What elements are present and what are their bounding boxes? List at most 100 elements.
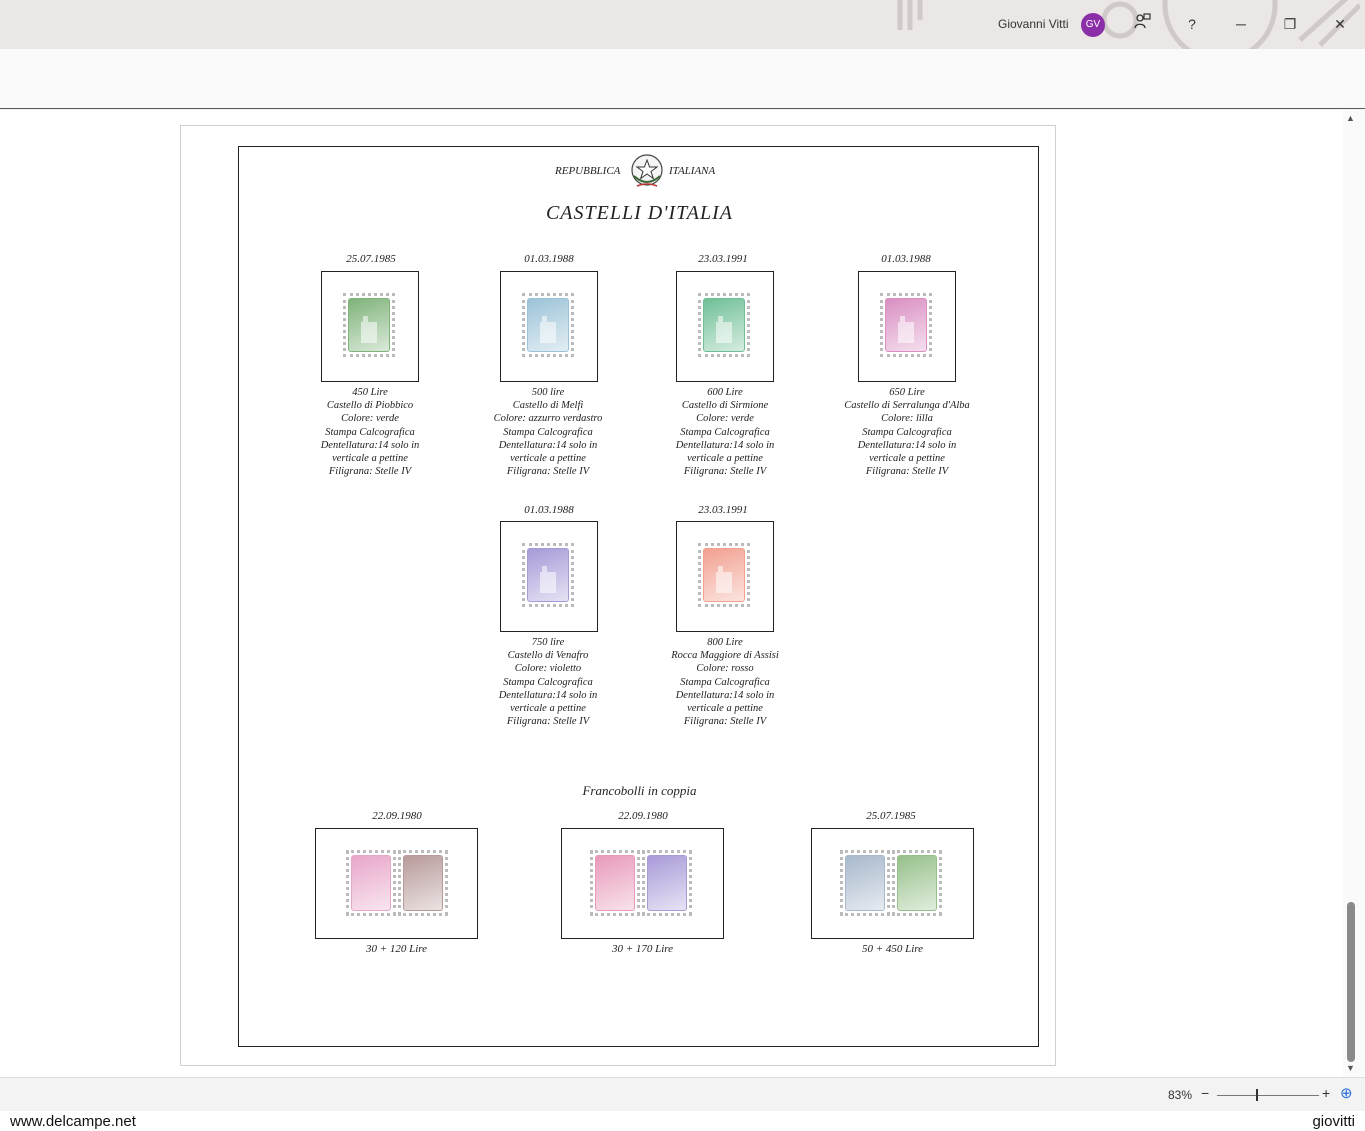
- stamp-name: Castello di Melfi: [512, 400, 584, 412]
- stamp-image: [698, 293, 750, 357]
- stamp-watermark: Filigrana: Stelle IV: [328, 466, 412, 478]
- stamp-print: Stampa Calcografica: [503, 676, 593, 688]
- stamp-name: Rocca Maggiore di Assisi: [671, 650, 779, 662]
- pair-date: 22.09.1980: [372, 810, 422, 822]
- stamp-perforation: Dentellatura:14 solo in: [320, 439, 420, 451]
- castle-icon: [716, 316, 732, 344]
- stamp-color: Colore: rosso: [696, 663, 754, 675]
- stamp-perforation: Dentellatura:14 solo in: [857, 439, 957, 451]
- stamp-fill: [403, 855, 443, 911]
- stamp-mount: [858, 271, 956, 382]
- stamp-fill: [527, 548, 569, 602]
- castle-icon: [361, 316, 377, 344]
- help-button[interactable]: ?: [1180, 12, 1204, 36]
- stamp-watermark: Filigrana: Stelle IV: [865, 466, 949, 478]
- stamp-fill: [351, 855, 391, 911]
- stamp-date: 25.07.1985: [346, 253, 396, 265]
- stamp-watermark: Filigrana: Stelle IV: [683, 716, 767, 728]
- pair-caption: 50 + 450 Lire: [861, 943, 924, 955]
- stamp-name: Castello di Serralunga d'Alba: [844, 400, 970, 412]
- scroll-down-icon[interactable]: ▼: [1346, 1063, 1355, 1073]
- document-workspace[interactable]: REPUBBLICA ITALIANA CASTELLI D'ITALIA 25…: [0, 110, 1343, 1077]
- zoom-slider-handle[interactable]: [1256, 1089, 1258, 1101]
- stamp-image: [698, 543, 750, 607]
- scrollbar-thumb[interactable]: [1347, 902, 1355, 1062]
- stamp-image: [880, 293, 932, 357]
- stamp-fill: [703, 548, 745, 602]
- stamp-mount: [500, 521, 598, 632]
- document-page[interactable]: REPUBBLICA ITALIANA CASTELLI D'ITALIA 25…: [180, 125, 1056, 1066]
- stamp-fill: [897, 855, 937, 911]
- stamp-watermark: Filigrana: Stelle IV: [683, 466, 767, 478]
- stamp-color: Colore: verde: [341, 413, 399, 425]
- stamp-print: Stampa Calcografica: [503, 426, 593, 438]
- pairs-heading: Francobolli in coppia: [582, 783, 697, 798]
- fit-page-icon[interactable]: ⊕: [1340, 1084, 1353, 1102]
- ribbon: [0, 49, 1365, 109]
- italian-emblem-icon: [631, 154, 663, 187]
- zoom-level[interactable]: 83%: [1168, 1088, 1192, 1102]
- page-title: CASTELLI D'ITALIA: [545, 202, 734, 224]
- scroll-up-icon[interactable]: ▲: [1346, 113, 1355, 123]
- zoom-out-button[interactable]: −: [1201, 1085, 1209, 1101]
- watermark-left: www.delcampe.net: [10, 1113, 136, 1130]
- stamp-fill: [527, 298, 569, 352]
- pair-mount: [811, 828, 974, 939]
- avatar[interactable]: GV: [1081, 13, 1105, 37]
- stamp-value: 450 Lire: [352, 387, 388, 398]
- stamp-fill: [703, 298, 745, 352]
- pair-date: 25.07.1985: [866, 810, 916, 822]
- castle-icon: [540, 316, 556, 344]
- pair-stamp-right: [892, 850, 942, 916]
- stamp-fill: [647, 855, 687, 911]
- stamp-mount: [321, 271, 419, 382]
- stamp-caption: 450 Lire Castello di Piobbico Colore: ve…: [280, 386, 460, 478]
- close-button[interactable]: ✕: [1328, 12, 1352, 36]
- stamp-mount: [676, 271, 774, 382]
- pair-mount: [315, 828, 478, 939]
- stamp-fill: [885, 298, 927, 352]
- zoom-slider[interactable]: [1217, 1095, 1319, 1096]
- stamp-date: 01.03.1988: [881, 253, 931, 265]
- stamp-name: Castello di Piobbico: [326, 400, 414, 412]
- stamp-value: 500 lire: [531, 387, 565, 398]
- pair-stamp-left: [590, 850, 640, 916]
- pair-mount: [561, 828, 724, 939]
- stamp-perforation-2: verticale a pettine: [510, 453, 586, 465]
- zoom-in-button[interactable]: +: [1322, 1085, 1330, 1101]
- minimize-button[interactable]: ─: [1229, 12, 1253, 36]
- status-bar: 83% − + ⊕: [0, 1077, 1365, 1111]
- header-republic: REPUBBLICA: [555, 165, 621, 177]
- stamp-date: 01.03.1988: [524, 504, 574, 516]
- stamp-perforation-2: verticale a pettine: [510, 703, 586, 715]
- stamp-print: Stampa Calcografica: [680, 676, 770, 688]
- person-feedback-icon[interactable]: [1130, 12, 1154, 36]
- stamp-mount: [500, 271, 598, 382]
- stamp-color: Colore: lilla: [881, 413, 933, 425]
- restore-button[interactable]: ❐: [1278, 12, 1302, 36]
- pair-stamp-right: [398, 850, 448, 916]
- stamp-perforation-2: verticale a pettine: [687, 703, 763, 715]
- stamp-mount: [676, 521, 774, 632]
- pair-stamp-left: [840, 850, 890, 916]
- stamp-date: 23.03.1991: [698, 504, 748, 516]
- stamp-value: 650 Lire: [889, 387, 925, 398]
- castle-icon: [540, 566, 556, 594]
- stamp-image: [522, 543, 574, 607]
- stamp-color: Colore: azzurro verdastro: [493, 413, 603, 425]
- pair-caption: 30 + 170 Lire: [611, 943, 674, 955]
- stamp-value: 600 Lire: [707, 387, 743, 398]
- stamp-caption: 600 Lire Castello di Sirmione Colore: ve…: [635, 386, 815, 478]
- stamp-fill: [595, 855, 635, 911]
- vertical-scrollbar[interactable]: ▲ ▼: [1343, 110, 1365, 1077]
- user-name[interactable]: Giovanni Vitti: [998, 17, 1068, 31]
- watermark-strip: www.delcampe.net giovitti: [0, 1111, 1365, 1131]
- stamp-fill: [348, 298, 390, 352]
- stamp-perforation: Dentellatura:14 solo in: [675, 439, 775, 451]
- stamp-image: [343, 293, 395, 357]
- stamp-print: Stampa Calcografica: [325, 426, 415, 438]
- pair-stamp-right: [642, 850, 692, 916]
- stamp-caption: 650 Lire Castello di Serralunga d'Alba C…: [817, 386, 997, 478]
- stamp-perforation-2: verticale a pettine: [332, 453, 408, 465]
- stamp-perforation-2: verticale a pettine: [869, 453, 945, 465]
